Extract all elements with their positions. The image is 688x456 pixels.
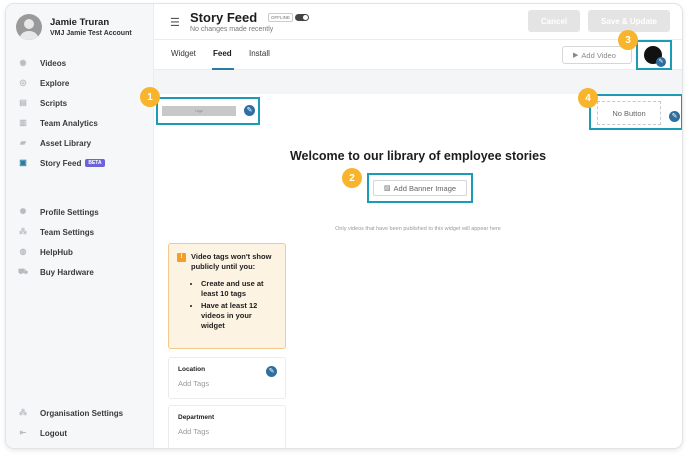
- nav-secondary: ✺ Profile Settings ⁂ Team Settings ◍ Hel…: [6, 202, 154, 282]
- gear-icon: ✺: [19, 207, 27, 216]
- edit-avatar-pencil-icon[interactable]: ✎: [656, 57, 666, 67]
- sidebar: Jamie Truran VMJ Jamie Test Account ◉ Vi…: [6, 4, 154, 448]
- list-item: Create and use at least 10 tags: [201, 279, 277, 299]
- sidebar-item-label: Videos: [40, 58, 67, 68]
- user-name: Jamie Truran: [50, 17, 110, 28]
- warning-list: Create and use at least 10 tags Have at …: [201, 279, 277, 331]
- warning-title: Video tags won't show publicly until you…: [191, 252, 272, 271]
- tag-card-label: Location: [178, 366, 206, 373]
- edit-location-pencil-icon[interactable]: ✎: [266, 366, 277, 377]
- sidebar-item-story-feed[interactable]: ▣ Story Feed BETA: [6, 153, 154, 173]
- callout-badge-3: 3: [618, 30, 638, 50]
- org-icon: ⁂: [19, 408, 27, 417]
- cancel-button[interactable]: Cancel: [528, 10, 580, 32]
- top-header: ☰ Story Feed OFFLINE No changes made rec…: [154, 4, 682, 40]
- tags-warning-box: ! Video tags won't show publicly until y…: [168, 243, 286, 349]
- sidebar-item-logout[interactable]: ⇤ Logout: [6, 423, 154, 443]
- app-window: Jamie Truran VMJ Jamie Test Account ◉ Vi…: [6, 4, 682, 448]
- hamburger-menu-icon[interactable]: ☰: [170, 16, 180, 29]
- feed-icon: ▣: [19, 158, 27, 167]
- beta-badge: BETA: [85, 159, 105, 167]
- sidebar-item-label: Scripts: [40, 98, 68, 108]
- welcome-heading: Welcome to our library of employee stori…: [289, 149, 547, 163]
- add-banner-label: Add Banner Image: [393, 183, 457, 193]
- edit-logo-pencil-icon[interactable]: ✎: [244, 105, 255, 116]
- sidebar-item-explore[interactable]: ◎ Explore: [6, 73, 154, 93]
- tag-card-location[interactable]: Location Add Tags ✎: [168, 357, 286, 399]
- callout-badge-2: 2: [342, 168, 362, 188]
- page-title: Story Feed: [190, 10, 258, 25]
- callout-badge-1: 1: [140, 87, 160, 107]
- tab-feed[interactable]: Feed: [213, 49, 232, 58]
- banner-area-highlight[interactable]: ▨ Add Banner Image: [367, 173, 473, 203]
- sidebar-item-label: HelpHub: [40, 247, 73, 257]
- compass-icon: ◎: [19, 78, 27, 87]
- toggle-switch[interactable]: [295, 14, 310, 21]
- video-icon: ▶: [573, 52, 579, 59]
- logout-icon: ⇤: [19, 428, 27, 437]
- edit-button-pencil-icon[interactable]: ✎: [669, 111, 680, 122]
- sidebar-item-label: Team Analytics: [40, 118, 98, 128]
- logo-placeholder: Logo: [162, 106, 236, 116]
- tab-widget[interactable]: Widget: [171, 49, 196, 58]
- script-icon: ▤: [19, 98, 27, 107]
- avatar: [16, 14, 42, 40]
- sidebar-item-asset-library[interactable]: ▰ Asset Library: [6, 133, 154, 153]
- change-status: No changes made recently: [190, 26, 274, 33]
- online-toggle[interactable]: OFFLINE: [268, 13, 310, 22]
- save-update-button[interactable]: Save & Update: [588, 10, 670, 32]
- cart-icon: ⛟: [18, 267, 29, 276]
- sidebar-item-organisation-settings[interactable]: ⁂ Organisation Settings: [6, 403, 154, 423]
- callout-badge-4: 4: [578, 88, 598, 108]
- sidebar-item-label: Profile Settings: [40, 207, 99, 217]
- folder-icon: ▰: [19, 138, 27, 147]
- image-icon: ▨: [383, 185, 391, 192]
- warning-icon: !: [177, 253, 186, 262]
- user-account: VMJ Jamie Test Account: [50, 30, 132, 37]
- nav-main: ◉ Videos ◎ Explore ▤ Scripts ▥ Team Anal…: [6, 53, 154, 173]
- add-tags-link[interactable]: Add Tags: [178, 427, 276, 436]
- logo-area-highlight[interactable]: Logo ✎: [156, 97, 260, 125]
- tag-card-department[interactable]: Department Add Tags: [168, 405, 286, 448]
- sidebar-item-videos[interactable]: ◉ Videos: [6, 53, 154, 73]
- sidebar-item-label: Explore: [40, 78, 70, 88]
- publish-note: Only videos that have been published to …: [335, 226, 501, 232]
- button-area-highlight[interactable]: No Button ✎: [589, 94, 682, 130]
- bar-chart-icon: ▥: [19, 118, 27, 127]
- sidebar-item-team-settings[interactable]: ⁂ Team Settings: [6, 222, 154, 242]
- sidebar-item-label: Organisation Settings: [40, 408, 124, 418]
- feed-header-strip: [154, 70, 682, 94]
- add-banner-image-button[interactable]: ▨ Add Banner Image: [373, 180, 467, 196]
- sidebar-item-label: Logout: [40, 428, 68, 438]
- sidebar-item-profile-settings[interactable]: ✺ Profile Settings: [6, 202, 154, 222]
- sidebar-item-helphub[interactable]: ◍ HelpHub: [6, 242, 154, 262]
- no-button-placeholder[interactable]: No Button: [597, 101, 661, 125]
- tab-bar: Widget Feed Install ▶ Add Video: [154, 40, 682, 70]
- team-icon: ⁂: [19, 227, 27, 236]
- status-badge: OFFLINE: [268, 13, 294, 22]
- list-item: Have at least 12 videos in your widget: [201, 301, 277, 331]
- add-tags-link[interactable]: Add Tags: [178, 379, 276, 388]
- sidebar-item-team-analytics[interactable]: ▥ Team Analytics: [6, 113, 154, 133]
- sidebar-item-label: Buy Hardware: [40, 267, 94, 277]
- tag-card-label: Department: [178, 414, 215, 421]
- add-video-label: Add Video: [581, 50, 616, 60]
- user-profile[interactable]: Jamie Truran VMJ Jamie Test Account: [16, 14, 132, 40]
- sidebar-item-label: Team Settings: [40, 227, 95, 237]
- eye-icon: ◉: [19, 58, 27, 67]
- avatar-area-highlight[interactable]: ✎: [636, 40, 672, 70]
- tab-install[interactable]: Install: [249, 49, 270, 58]
- nav-bottom: ⁂ Organisation Settings ⇤ Logout: [6, 403, 154, 443]
- sidebar-item-label: Story Feed: [40, 158, 82, 168]
- help-icon: ◍: [19, 247, 27, 256]
- sidebar-item-buy-hardware[interactable]: ⛟ Buy Hardware: [6, 262, 154, 282]
- sidebar-item-label: Asset Library: [40, 138, 92, 148]
- sidebar-item-scripts[interactable]: ▤ Scripts: [6, 93, 154, 113]
- add-video-button[interactable]: ▶ Add Video: [562, 46, 632, 64]
